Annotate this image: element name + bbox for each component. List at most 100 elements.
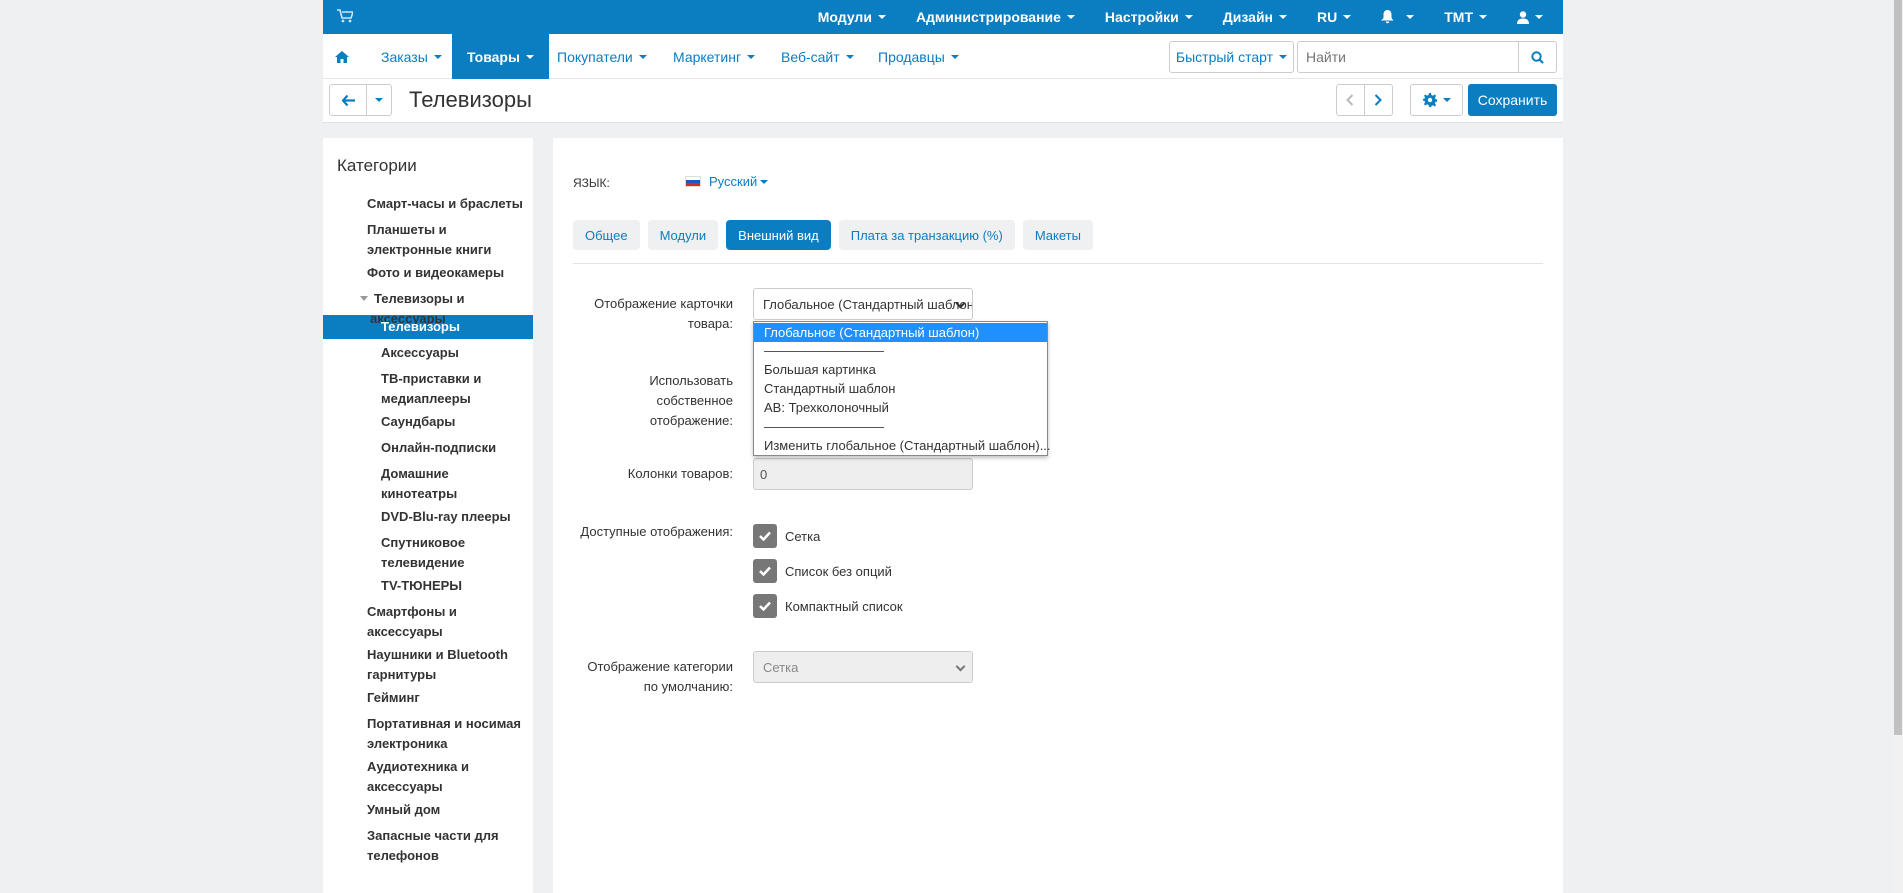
prev-next-group: [1336, 84, 1393, 116]
select-value: Глобальное (Стандартный шаблон): [763, 296, 973, 312]
nav-orders[interactable]: Заказы: [381, 34, 442, 79]
back-dropdown-button[interactable]: [367, 85, 391, 115]
category-item[interactable]: Гейминг: [367, 688, 527, 708]
dropdown-option[interactable]: AB: Трехколоночный: [754, 398, 1047, 417]
tab-general[interactable]: Общее: [573, 220, 640, 250]
language-selector[interactable]: Русский: [685, 174, 769, 189]
available-displays-label: Доступные отображения:: [580, 524, 733, 539]
caret-down-icon[interactable]: [360, 296, 368, 301]
category-item[interactable]: Аудиотехника и аксессуары: [367, 757, 527, 797]
tab-layouts[interactable]: Макеты: [1022, 220, 1093, 250]
nav-vendors[interactable]: Продавцы: [878, 34, 959, 79]
home-link[interactable]: [335, 34, 355, 79]
menu-tmt[interactable]: TMT: [1444, 9, 1487, 25]
menu-user[interactable]: [1517, 10, 1543, 24]
search-input[interactable]: [1298, 42, 1518, 72]
nav-label: Покупатели: [557, 48, 633, 65]
prev-button[interactable]: [1337, 85, 1365, 115]
chevron-down-icon: [1066, 15, 1075, 19]
nav-marketing[interactable]: Маркетинг: [673, 34, 756, 79]
menu-label: TMT: [1444, 9, 1473, 25]
user-icon: [1517, 10, 1529, 24]
card-display-dropdown: Глобальное (Стандартный шаблон) Большая …: [753, 321, 1051, 456]
chevron-down-icon: [638, 54, 647, 59]
menu-label: Администрирование: [915, 9, 1061, 25]
settings-button[interactable]: [1410, 84, 1463, 116]
dropdown-option[interactable]: Стандартный шаблон: [754, 379, 1047, 398]
card-display-select[interactable]: Глобальное (Стандартный шаблон): [753, 288, 973, 320]
menu-design[interactable]: Дизайн: [1223, 9, 1287, 25]
nav-label: Веб-сайт: [781, 48, 840, 65]
category-item[interactable]: Смарт-часы и браслеты: [367, 194, 527, 214]
nav-website[interactable]: Веб-сайт: [781, 34, 854, 79]
menu-notifications[interactable]: [1381, 10, 1415, 24]
save-button[interactable]: Сохранить: [1468, 84, 1557, 116]
nav-label: Товары: [467, 48, 520, 65]
menu-modules[interactable]: Модули: [818, 9, 886, 25]
category-item[interactable]: Саундбары: [381, 412, 521, 432]
tab-transaction-fee[interactable]: Плата за транзакцию (%): [838, 220, 1015, 250]
dropdown-separator: [764, 351, 884, 352]
search-box: [1297, 41, 1557, 73]
menu-settings[interactable]: Настройки: [1105, 9, 1193, 25]
category-item[interactable]: Портативная и носимая электроника: [367, 714, 527, 754]
category-item[interactable]: ТВ-приставки и медиаплееры: [381, 369, 521, 409]
main-nav: Заказы Товары Покупатели Маркетинг Веб-с…: [323, 34, 1563, 79]
quick-start-label: Быстрый старт: [1175, 49, 1274, 65]
chevron-down-icon: [525, 54, 534, 59]
quick-start-button[interactable]: Быстрый старт: [1169, 41, 1294, 73]
category-item[interactable]: Спутниковое телевидение: [381, 533, 521, 573]
page-header: Телевизоры Сохранить: [323, 79, 1563, 123]
category-item[interactable]: Наушники и Bluetooth гарнитуры: [367, 645, 527, 685]
search-button[interactable]: [1518, 42, 1556, 72]
nav-products[interactable]: Товары: [452, 34, 549, 79]
cart-icon[interactable]: [337, 9, 353, 23]
category-item-selected[interactable]: Телевизоры: [381, 317, 521, 337]
tab-appearance[interactable]: Внешний вид: [726, 220, 831, 250]
back-button[interactable]: [330, 85, 368, 115]
sidebar-title: Категории: [337, 156, 417, 175]
columns-label: Колонки товаров:: [627, 466, 733, 481]
nav-label: Заказы: [381, 48, 428, 65]
bell-icon: [1381, 10, 1394, 24]
category-item[interactable]: Онлайн-подписки: [381, 438, 521, 458]
main-panel: ЯЗЫК: Русский Общее Модули Внешний вид П…: [553, 138, 1563, 893]
dropdown-option-selected[interactable]: Глобальное (Стандартный шаблон): [754, 323, 1047, 342]
settings-button-inner: [1411, 85, 1462, 115]
scrollbar-thumb[interactable]: [1894, 0, 1902, 735]
checkbox-checked-icon[interactable]: [753, 594, 777, 618]
menu-administration[interactable]: Администрирование: [916, 9, 1075, 25]
category-item[interactable]: DVD-Blu-ray плееры: [381, 507, 521, 527]
chevron-down-icon: [375, 98, 384, 102]
category-item[interactable]: Домашние кинотеатры: [381, 464, 521, 504]
category-item[interactable]: Аксессуары: [381, 343, 521, 363]
category-item[interactable]: Запасные части для телефонов: [367, 826, 527, 866]
category-item[interactable]: Смартфоны и аксессуары: [367, 602, 527, 642]
checkbox-list-without-options[interactable]: Список без опций: [753, 559, 892, 583]
checkbox-grid[interactable]: Сетка: [753, 524, 820, 548]
nav-label: Продавцы: [878, 48, 945, 65]
dropdown-option[interactable]: Большая картинка: [754, 360, 1047, 379]
checkbox-checked-icon[interactable]: [753, 559, 777, 583]
arrow-left-icon: [341, 94, 355, 106]
category-item[interactable]: TV-ТЮНЕРЫ: [381, 576, 521, 596]
dropdown-option[interactable]: Изменить глобальное (Стандартный шаблон)…: [754, 436, 1051, 455]
nav-label: Маркетинг: [673, 48, 742, 65]
chevron-down-icon: [955, 661, 966, 672]
menu-language[interactable]: RU: [1317, 9, 1352, 25]
checkbox-compact-list[interactable]: Компактный список: [753, 594, 903, 618]
chevron-down-icon: [760, 179, 769, 184]
next-button[interactable]: [1365, 85, 1392, 115]
columns-input[interactable]: 0: [753, 458, 973, 490]
tab-modules[interactable]: Модули: [647, 220, 719, 250]
category-item[interactable]: Планшеты и электронные книги: [367, 220, 527, 260]
category-item[interactable]: Умный дом: [367, 800, 527, 820]
nav-customers[interactable]: Покупатели: [557, 34, 647, 79]
page-scrollbar[interactable]: [1893, 0, 1903, 893]
default-display-select[interactable]: Сетка: [753, 651, 973, 683]
chevron-down-icon: [1535, 15, 1543, 19]
checkbox-checked-icon[interactable]: [753, 524, 777, 548]
menu-label: Модули: [817, 9, 872, 25]
category-item[interactable]: Фото и видеокамеры: [367, 263, 527, 283]
categories-sidebar: Категории Смарт-часы и браслеты Планшеты…: [323, 138, 533, 893]
